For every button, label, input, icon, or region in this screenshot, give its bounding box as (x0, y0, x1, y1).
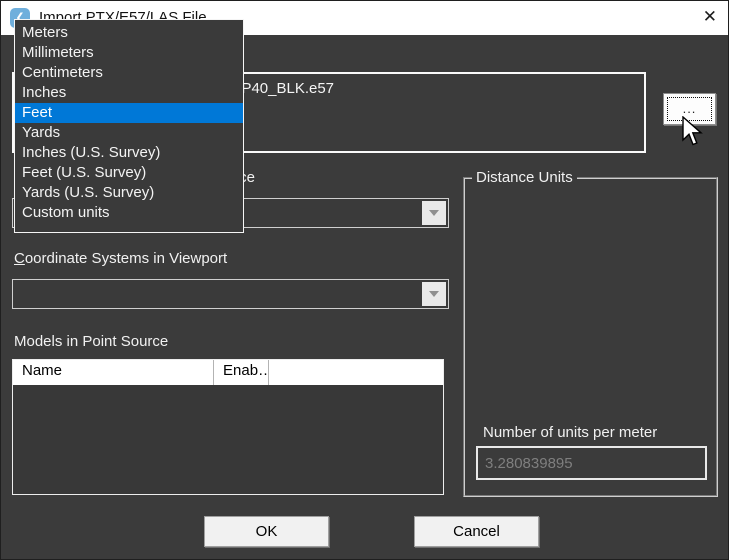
coord-viewport-label: Coordinate Systems in Viewport (14, 250, 227, 267)
unit-option-feet[interactable]: Feet (15, 103, 243, 123)
models-body[interactable] (13, 385, 443, 494)
unit-option-yards-us[interactable]: Yards (U.S. Survey) (15, 183, 243, 203)
chevron-down-icon (429, 291, 439, 297)
unit-option-custom[interactable]: Custom units (15, 203, 243, 223)
browse-button[interactable]: ... (663, 93, 716, 125)
models-label: Models in Point Source (14, 333, 168, 350)
distance-units-legend: Distance Units (472, 169, 577, 186)
close-icon[interactable]: ✕ (703, 7, 717, 27)
units-per-meter-label: Number of units per meter (483, 424, 657, 441)
import-dialog: ❮ Import PTX/E57/LAS File ✕ Point Source… (0, 0, 729, 560)
ok-button[interactable]: OK (204, 516, 329, 547)
unit-option-meters[interactable]: Meters (15, 23, 243, 43)
unit-option-centimeters[interactable]: Centimeters (15, 63, 243, 83)
unit-option-inches[interactable]: Inches (15, 83, 243, 103)
models-header: Name Enab… (13, 360, 443, 385)
cancel-button[interactable]: Cancel (414, 516, 539, 547)
coord-viewport-combo[interactable] (12, 279, 449, 309)
unit-option-yards[interactable]: Yards (15, 123, 243, 143)
unit-option-feet-us[interactable]: Feet (U.S. Survey) (15, 163, 243, 183)
units-listbox[interactable]: Meters Millimeters Centimeters Inches Fe… (14, 19, 244, 233)
coord-viewport-dropdown-button[interactable] (422, 282, 446, 306)
unit-option-millimeters[interactable]: Millimeters (15, 43, 243, 63)
models-header-name[interactable]: Name (13, 360, 214, 385)
models-header-blank[interactable] (269, 360, 443, 385)
unit-option-inches-us[interactable]: Inches (U.S. Survey) (15, 143, 243, 163)
units-per-meter-input (476, 446, 707, 480)
models-table: Name Enab… (12, 359, 444, 495)
coord-source-dropdown-button[interactable] (422, 201, 446, 225)
chevron-down-icon (429, 210, 439, 216)
models-header-enabled[interactable]: Enab… (214, 360, 269, 385)
